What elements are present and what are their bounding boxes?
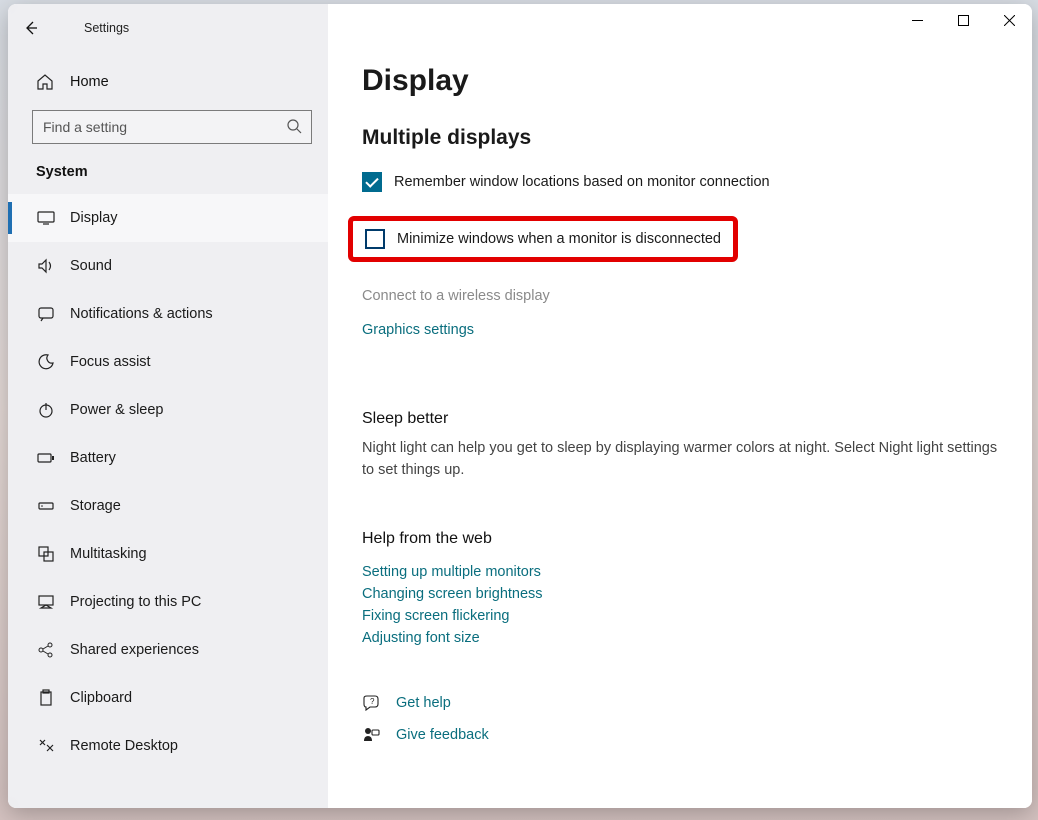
sleep-better-heading: Sleep better (362, 410, 998, 428)
sidebar-item-label: Multitasking (70, 546, 147, 562)
home-label: Home (70, 74, 109, 90)
sidebar-item-power[interactable]: Power & sleep (8, 386, 328, 434)
sidebar-section-label: System (8, 158, 328, 194)
main-content: Display Multiple displays Remember windo… (328, 4, 1032, 808)
help-link[interactable]: Adjusting font size (362, 630, 998, 646)
sidebar-item-notifications[interactable]: Notifications & actions (8, 290, 328, 338)
sidebar-item-remote-desktop[interactable]: Remote Desktop (8, 722, 328, 770)
get-help-link[interactable]: Get help (396, 695, 451, 711)
section-multiple-displays: Multiple displays (362, 126, 998, 150)
maximize-icon (958, 15, 969, 26)
graphics-settings-link[interactable]: Graphics settings (362, 322, 998, 338)
highlighted-setting: Minimize windows when a monitor is disco… (348, 216, 738, 262)
back-button[interactable] (8, 5, 54, 51)
focus-assist-icon (36, 352, 56, 372)
sidebar-item-shared[interactable]: Shared experiences (8, 626, 328, 674)
sound-icon (36, 256, 56, 276)
sidebar-item-focus-assist[interactable]: Focus assist (8, 338, 328, 386)
minimize-button[interactable] (894, 4, 940, 36)
sidebar-item-label: Sound (70, 258, 112, 274)
sleep-better-block: Sleep better Night light can help you ge… (362, 410, 998, 482)
sidebar-item-label: Power & sleep (70, 402, 164, 418)
get-help-icon: ? (362, 694, 382, 712)
projecting-icon (36, 592, 56, 612)
help-link[interactable]: Changing screen brightness (362, 586, 998, 602)
get-help-row[interactable]: ? Get help (362, 694, 998, 712)
sidebar-item-label: Storage (70, 498, 121, 514)
close-icon (1004, 15, 1015, 26)
help-link[interactable]: Fixing screen flickering (362, 608, 998, 624)
search-container (32, 110, 312, 144)
help-link[interactable]: Setting up multiple monitors (362, 564, 998, 580)
give-feedback-row[interactable]: Give feedback (362, 726, 998, 744)
clipboard-icon (36, 688, 56, 708)
notifications-icon (36, 304, 56, 324)
sidebar-item-multitasking[interactable]: Multitasking (8, 530, 328, 578)
remote-desktop-icon (36, 736, 56, 756)
home-button[interactable]: Home (8, 60, 328, 104)
sidebar-nav: Display Sound Notifications & actions Fo… (8, 194, 328, 770)
footer-links: ? Get help Give feedback (362, 694, 998, 744)
sidebar-item-battery[interactable]: Battery (8, 434, 328, 482)
minimize-windows-row: Minimize windows when a monitor is disco… (365, 229, 721, 249)
page-title: Display (362, 64, 998, 98)
sidebar-item-label: Focus assist (70, 354, 151, 370)
remember-locations-checkbox[interactable] (362, 172, 382, 192)
sidebar-item-label: Battery (70, 450, 116, 466)
remember-locations-row: Remember window locations based on monit… (362, 172, 998, 192)
sidebar-item-label: Display (70, 210, 118, 226)
minimize-icon (912, 15, 923, 26)
sidebar-item-label: Notifications & actions (70, 306, 213, 322)
home-icon (36, 73, 56, 91)
give-feedback-link[interactable]: Give feedback (396, 727, 489, 743)
sidebar-item-sound[interactable]: Sound (8, 242, 328, 290)
settings-window: Settings Home System (8, 4, 1032, 808)
app-title: Settings (84, 21, 129, 35)
arrow-left-icon (23, 20, 39, 36)
sidebar-item-label: Clipboard (70, 690, 132, 706)
minimize-windows-checkbox[interactable] (365, 229, 385, 249)
close-button[interactable] (986, 4, 1032, 36)
sidebar-item-clipboard[interactable]: Clipboard (8, 674, 328, 722)
sidebar: Home System Display Sound Notifications … (8, 4, 328, 808)
battery-icon (36, 448, 56, 468)
sidebar-item-label: Remote Desktop (70, 738, 178, 754)
search-input[interactable] (32, 110, 312, 144)
help-from-web-block: Help from the web Setting up multiple mo… (362, 530, 998, 646)
sidebar-item-display[interactable]: Display (8, 194, 328, 242)
search-icon (286, 118, 302, 134)
remember-locations-label: Remember window locations based on monit… (394, 174, 770, 190)
help-heading: Help from the web (362, 530, 998, 548)
title-bar: Settings (8, 4, 1032, 52)
sleep-better-body: Night light can help you get to sleep by… (362, 438, 998, 482)
sidebar-item-label: Projecting to this PC (70, 594, 201, 610)
sidebar-item-label: Shared experiences (70, 642, 199, 658)
storage-icon (36, 496, 56, 516)
feedback-icon (362, 726, 382, 744)
multitasking-icon (36, 544, 56, 564)
power-icon (36, 400, 56, 420)
minimize-windows-label: Minimize windows when a monitor is disco… (397, 231, 721, 247)
connect-wireless-display[interactable]: Connect to a wireless display (362, 288, 998, 304)
svg-text:?: ? (370, 697, 375, 706)
sidebar-item-storage[interactable]: Storage (8, 482, 328, 530)
shared-icon (36, 640, 56, 660)
display-icon (36, 208, 56, 228)
maximize-button[interactable] (940, 4, 986, 36)
sidebar-item-projecting[interactable]: Projecting to this PC (8, 578, 328, 626)
